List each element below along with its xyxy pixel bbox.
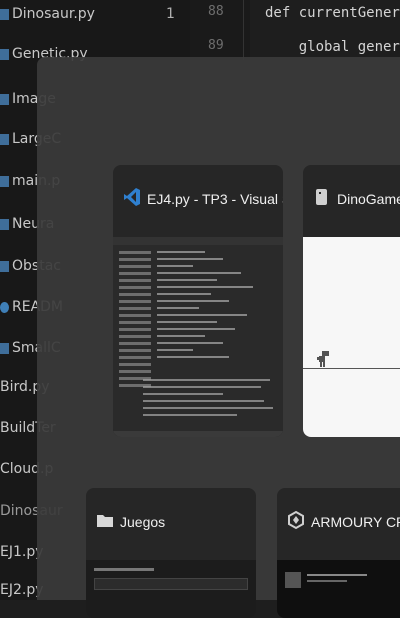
window-title: Juegos <box>120 514 166 530</box>
python-file-icon <box>0 133 9 145</box>
vscode-icon <box>123 187 141 207</box>
window-card-armoury-crate[interactable]: ARMOURY CRATE <box>277 488 400 618</box>
problem-count-badge: 1 <box>166 6 175 22</box>
folder-icon <box>96 510 114 530</box>
code-line: def currentGeneration <box>265 5 400 21</box>
task-switcher: EJ4.py - TP3 - Visual Studio... DinoGame <box>37 57 400 618</box>
dino-icon <box>313 187 331 207</box>
window-title: DinoGame <box>337 191 400 207</box>
python-file-icon <box>0 175 9 187</box>
dinosaur-sprite <box>317 351 329 367</box>
line-number: 89 <box>208 38 224 53</box>
line-number: 88 <box>208 4 224 19</box>
window-thumbnail <box>86 560 256 618</box>
python-file-icon <box>0 8 9 20</box>
window-title: ARMOURY CRATE <box>311 514 400 530</box>
image-file-icon <box>0 93 9 105</box>
file-item[interactable]: Dinosaur.py 1 <box>0 4 175 24</box>
armoury-crate-icon <box>287 510 305 530</box>
gutter-divider <box>243 0 244 60</box>
python-file-icon <box>0 260 9 272</box>
python-file-icon <box>0 48 9 60</box>
code-line: global generation <box>298 39 400 55</box>
python-file-icon <box>0 218 9 230</box>
window-card-juegos[interactable]: Juegos <box>86 488 256 618</box>
python-file-icon <box>0 342 9 354</box>
window-thumbnail <box>303 237 400 437</box>
info-icon <box>0 301 9 313</box>
window-thumbnail <box>277 560 400 618</box>
code-editor[interactable]: def currentGeneration global generation <box>265 0 400 60</box>
file-name: Dinosaur.py <box>12 6 95 22</box>
window-card-vscode[interactable]: EJ4.py - TP3 - Visual Studio... <box>113 165 283 437</box>
window-thumbnail <box>113 237 283 437</box>
window-title: EJ4.py - TP3 - Visual Studio... <box>147 191 283 207</box>
window-card-dinogame[interactable]: DinoGame <box>303 165 400 437</box>
